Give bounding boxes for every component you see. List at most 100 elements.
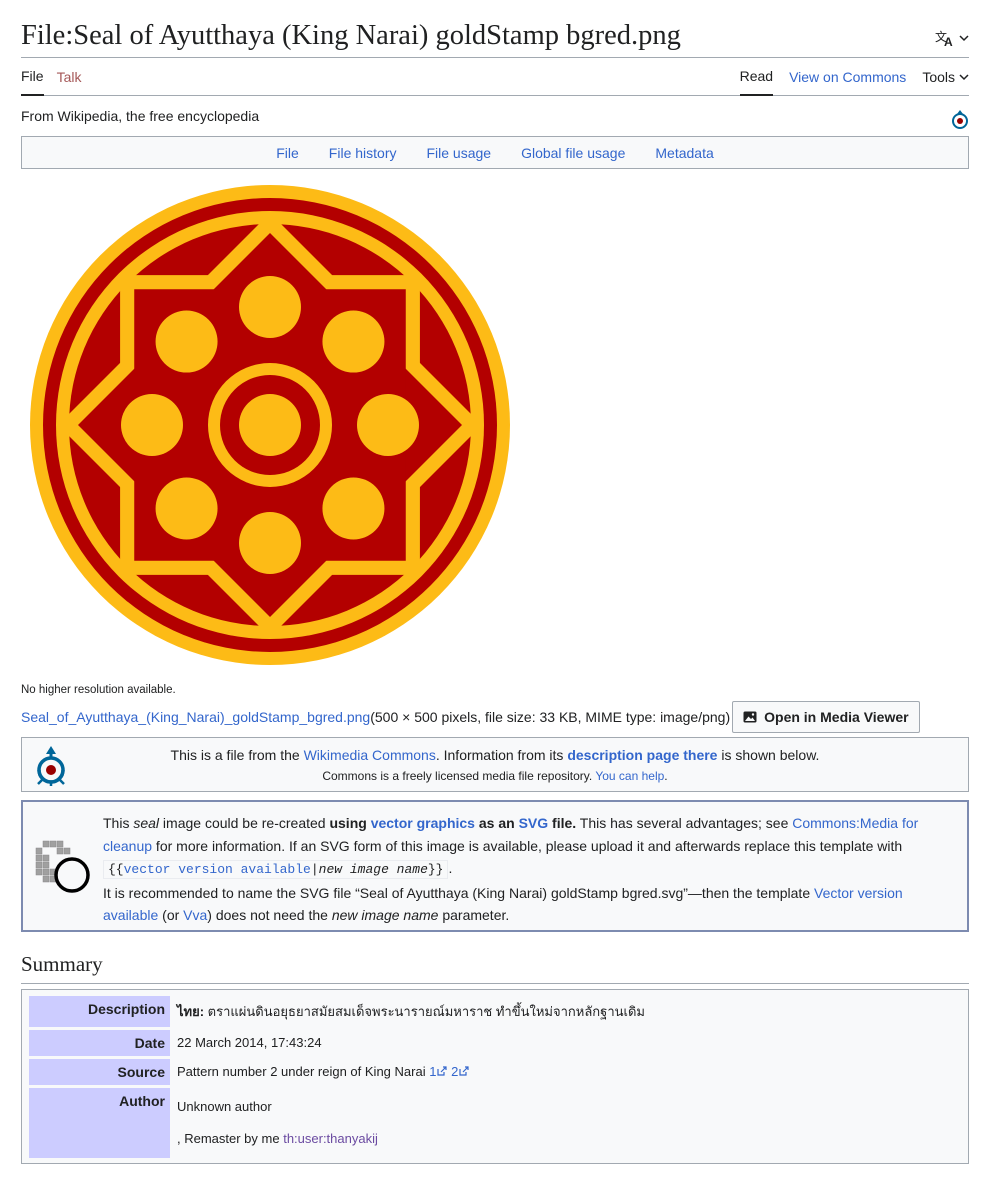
- image-icon: [743, 711, 757, 723]
- tab-file[interactable]: File: [21, 58, 44, 96]
- vector-version-template-link[interactable]: vector version available: [124, 862, 311, 877]
- vector-graphics-link[interactable]: vector graphics: [371, 815, 475, 831]
- chevron-down-icon: [959, 35, 969, 42]
- summary-heading: Summary: [21, 952, 969, 984]
- notice-text: This: [103, 815, 134, 831]
- page-title: File:Seal of Ayutthaya (King Narai) gold…: [21, 19, 681, 51]
- template-code: {{vector version available|new image nam…: [103, 860, 449, 879]
- notice-text: (or: [158, 907, 184, 923]
- description-label: Description: [29, 996, 170, 1027]
- file-meta: (500 × 500 pixels, file size: 33 KB, MIM…: [370, 709, 731, 725]
- code-text: new image name: [318, 862, 428, 877]
- chevron-down-icon: [959, 73, 969, 80]
- author-remaster: , Remaster by me th:user:thanyakij: [177, 1131, 956, 1146]
- notice-text: seal: [133, 815, 160, 831]
- commons-text: .: [664, 768, 668, 783]
- code-text: |: [310, 862, 319, 877]
- notice-text: using: [329, 815, 367, 831]
- vector-notice-text: This seal image could be re-created usin…: [103, 812, 953, 927]
- code-text: }}: [427, 862, 444, 877]
- svg-link[interactable]: SVG: [519, 815, 549, 831]
- notice-text: for more information. If an SVG form of …: [152, 837, 903, 854]
- vva-link[interactable]: Vva: [183, 907, 207, 923]
- file-info-row: Seal_of_Ayutthaya_(King_Narai)_goldStamp…: [21, 701, 969, 733]
- external-link-icon: [459, 1066, 469, 1076]
- commons-notice: This is a file from the Wikimedia Common…: [21, 737, 969, 792]
- notice-text: It is recommended to name the SVG file “…: [103, 884, 814, 901]
- source-value: Pattern number 2 under reign of King Nar…: [170, 1059, 962, 1085]
- source-text: Pattern number 2 under reign of King Nar…: [177, 1064, 430, 1079]
- table-row: Author Unknown author , Remaster by me t…: [29, 1088, 962, 1158]
- source-label: Source: [29, 1059, 170, 1085]
- vector-cleanup-icon: [35, 840, 90, 893]
- summary-box: Description ไทย: ตราแผ่นดินอยุธยาสมัยสมเ…: [21, 989, 969, 1164]
- commons-notice-line1: This is a file from the Wikimedia Common…: [171, 747, 820, 763]
- vector-version-notice: This seal image could be re-created usin…: [21, 800, 969, 932]
- language-button[interactable]: 文 A: [935, 29, 969, 47]
- commons-text: Commons is a freely licensed media file …: [322, 768, 596, 783]
- seal-dot: [322, 310, 385, 373]
- seal-image[interactable]: [29, 184, 511, 666]
- notice-text: file.: [548, 815, 577, 831]
- seal-dot: [239, 276, 301, 338]
- commons-text: . Information from its: [435, 746, 568, 763]
- commons-text: This is a file from the: [170, 746, 304, 763]
- external-link-icon: [437, 1066, 448, 1076]
- notice-text: parameter.: [438, 907, 510, 923]
- seal-dot: [322, 477, 385, 540]
- author-label: Author: [29, 1088, 170, 1158]
- seal-graphic: [30, 185, 510, 665]
- source-link-2-label: 2: [451, 1064, 459, 1079]
- tab-read[interactable]: Read: [739, 58, 774, 96]
- toc-file[interactable]: File: [276, 145, 299, 161]
- notice-text: as an: [474, 815, 519, 831]
- open-media-viewer-label: Open in Media Viewer: [764, 709, 909, 725]
- notice-text: This has several advantages; see: [576, 815, 793, 831]
- toc-file-usage[interactable]: File usage: [426, 145, 491, 161]
- open-media-viewer-button[interactable]: Open in Media Viewer: [732, 701, 920, 733]
- no-higher-resolution: No higher resolution available.: [21, 684, 176, 696]
- tagline-row: From Wikipedia, the free encyclopedia: [21, 96, 969, 136]
- commons-indicator-icon[interactable]: [951, 108, 969, 130]
- toc-global-file-usage[interactable]: Global file usage: [521, 145, 625, 161]
- seal-center-dot: [239, 394, 301, 456]
- wikimedia-commons-link[interactable]: Wikimedia Commons: [304, 747, 436, 763]
- table-row: Date 22 March 2014, 17:43:24: [29, 1030, 962, 1056]
- seal-dot: [239, 512, 301, 574]
- page-tabs: File Talk Read View on Commons Tools: [21, 58, 969, 96]
- commons-text: is shown below.: [717, 746, 820, 763]
- tools-label: Tools: [922, 68, 955, 85]
- date-value: 22 March 2014, 17:43:24: [177, 1035, 322, 1050]
- translate-icon: 文 A: [935, 29, 953, 47]
- commons-notice-line2: Commons is a freely licensed media file …: [322, 769, 667, 783]
- notice-text: new image name: [331, 907, 439, 923]
- source-link-2[interactable]: 2: [451, 1064, 469, 1079]
- seal-dot: [121, 394, 183, 456]
- notice-text: .: [448, 860, 453, 876]
- svg-text:A: A: [944, 35, 953, 47]
- file-link[interactable]: Seal_of_Ayutthaya_(King_Narai)_goldStamp…: [21, 709, 370, 725]
- seal-dot: [155, 477, 218, 540]
- tools-menu[interactable]: Tools: [922, 58, 969, 95]
- author-text: , Remaster by me: [177, 1131, 284, 1146]
- notice-text: ) does not need the: [207, 907, 332, 923]
- seal-dot: [357, 394, 419, 456]
- tab-view-on-commons[interactable]: View on Commons: [789, 58, 906, 95]
- you-can-help-link[interactable]: You can help: [595, 769, 664, 783]
- code-text: {{: [108, 862, 124, 877]
- description-text: ตราแผ่นดินอยุธยาสมัยสมเด็จพระนารายณ์มหาร…: [204, 1004, 645, 1019]
- tab-talk[interactable]: Talk: [57, 58, 82, 95]
- author-text: Unknown author: [177, 1099, 272, 1114]
- source-link-1[interactable]: 1: [429, 1064, 448, 1079]
- commons-logo-icon: [37, 746, 65, 786]
- toc-file-history[interactable]: File history: [329, 145, 397, 161]
- tagline: From Wikipedia, the free encyclopedia: [21, 108, 260, 124]
- author-user-link[interactable]: th:user:thanyakij: [283, 1131, 378, 1146]
- description-page-link[interactable]: description page there: [567, 747, 717, 763]
- author-value: Unknown author , Remaster by me th:user:…: [170, 1088, 962, 1158]
- summary-table: Description ไทย: ตราแผ่นดินอยุธยาสมัยสมเ…: [29, 993, 962, 1161]
- toc-metadata[interactable]: Metadata: [655, 145, 713, 161]
- file-toc: File File history File usage Global file…: [21, 136, 969, 169]
- table-row: Source Pattern number 2 under reign of K…: [29, 1059, 962, 1085]
- source-link-1-label: 1: [429, 1064, 437, 1079]
